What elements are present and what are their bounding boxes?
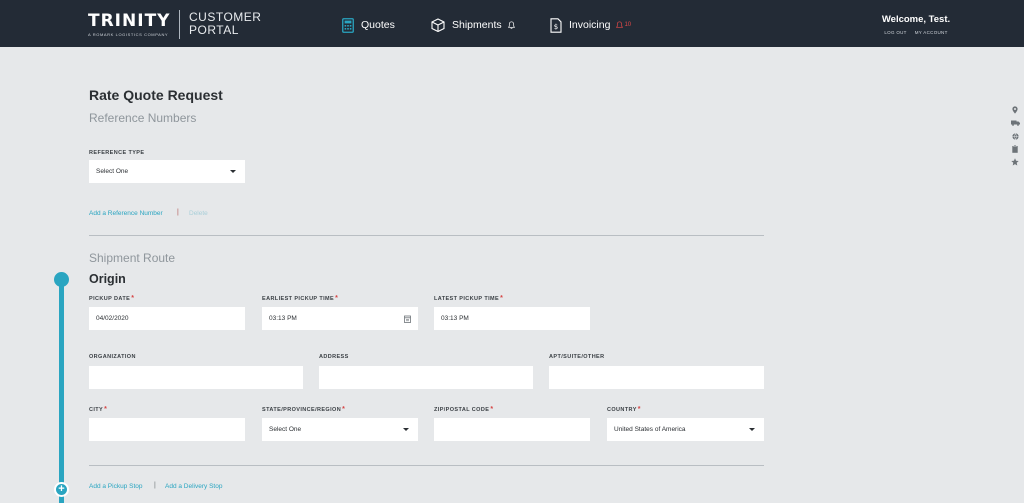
shipment-route-heading: Shipment Route	[89, 251, 176, 265]
section-divider	[89, 465, 764, 466]
truck-icon[interactable]	[1010, 119, 1020, 127]
invoice-alert-badge[interactable]: 10	[616, 21, 631, 29]
earliest-pickup-time-input[interactable]: 03:13 PM	[262, 307, 418, 330]
reference-type-label: REFERENCE TYPE	[89, 150, 145, 156]
origin-heading: Origin	[89, 272, 126, 286]
nav-quotes[interactable]: Quotes	[342, 14, 395, 36]
earliest-pickup-time-value: 03:13 PM	[269, 315, 297, 322]
globe-icon[interactable]	[1010, 132, 1020, 140]
apt-suite-label: APT/SUITE/OTHER	[549, 354, 605, 360]
country-value: United States of America	[614, 426, 686, 433]
link-separator: |	[177, 209, 179, 216]
location-pin-icon[interactable]	[1010, 106, 1020, 114]
nav-invoicing[interactable]: $ Invoicing 10	[550, 14, 631, 36]
organization-input[interactable]	[89, 366, 303, 389]
city-label: CITY*	[89, 406, 108, 413]
link-separator: |	[154, 482, 156, 489]
logout-link[interactable]: LOG OUT	[884, 30, 906, 35]
calculator-icon	[342, 17, 354, 33]
chevron-down-icon	[403, 428, 409, 431]
invoice-badge-count: 10	[624, 22, 632, 28]
chevron-down-icon	[749, 428, 755, 431]
trinity-logo[interactable]: TRINITY A ROMARK LOGISTICS COMPANY	[88, 11, 171, 38]
nav-shipments-label: Shipments	[452, 19, 502, 31]
latest-pickup-time-label: LATEST PICKUP TIME*	[434, 295, 504, 302]
top-navigation-bar: TRINITY A ROMARK LOGISTICS COMPANY CUSTO…	[0, 0, 1024, 47]
portal-title-line2: PORTAL	[189, 23, 239, 37]
earliest-pickup-time-label: EARLIEST PICKUP TIME*	[262, 295, 339, 302]
nav-shipments[interactable]: Shipments	[431, 14, 522, 36]
state-province-select[interactable]: Select One	[262, 418, 418, 441]
box-icon	[431, 18, 445, 32]
address-label: ADDRESS	[319, 354, 349, 360]
route-progress-rail	[59, 284, 64, 503]
delete-reference-link[interactable]: Delete	[189, 210, 208, 217]
country-select[interactable]: United States of America	[607, 418, 764, 441]
bell-icon[interactable]	[507, 21, 522, 29]
bell-icon	[616, 21, 624, 28]
add-stop-icon[interactable]: +	[54, 482, 69, 497]
latest-pickup-time-input[interactable]: 03:13 PM	[434, 307, 590, 330]
city-input[interactable]	[89, 418, 245, 441]
state-province-label: STATE/PROVINCE/REGION*	[262, 406, 346, 413]
latest-pickup-time-value: 03:13 PM	[441, 315, 469, 322]
calendar-icon[interactable]	[404, 315, 411, 323]
section-divider	[89, 235, 764, 236]
zip-postal-code-input[interactable]	[434, 418, 590, 441]
country-label: COUNTRY*	[607, 406, 641, 413]
zip-postal-code-label: ZIP/POSTAL CODE*	[434, 406, 494, 413]
add-delivery-stop-link[interactable]: Add a Delivery Stop	[165, 483, 222, 490]
chevron-down-icon	[230, 170, 236, 173]
clipboard-icon[interactable]	[1010, 145, 1020, 153]
address-input[interactable]	[319, 366, 533, 389]
portal-title: CUSTOMER PORTAL	[189, 11, 269, 37]
nav-invoicing-label: Invoicing	[569, 19, 611, 31]
star-icon[interactable]	[1010, 158, 1020, 166]
apt-suite-input[interactable]	[549, 366, 764, 389]
logo-tagline: A ROMARK LOGISTICS COMPANY	[88, 32, 169, 37]
account-links: LOG OUT MY ACCOUNT	[871, 30, 961, 35]
reference-type-value: Select One	[96, 168, 129, 175]
organization-label: ORGANIZATION	[89, 354, 136, 360]
add-reference-number-link[interactable]: Add a Reference Number	[89, 210, 163, 217]
reference-numbers-heading: Reference Numbers	[89, 111, 197, 125]
state-province-value: Select One	[269, 426, 302, 433]
my-account-link[interactable]: MY ACCOUNT	[915, 30, 948, 35]
nav-quotes-label: Quotes	[361, 19, 395, 31]
welcome-message: Welcome, Test.	[881, 14, 951, 25]
add-pickup-stop-link[interactable]: Add a Pickup Stop	[89, 483, 142, 490]
page-title: Rate Quote Request	[89, 87, 223, 103]
pickup-date-input[interactable]: 04/02/2020	[89, 307, 245, 330]
origin-step-dot	[54, 272, 69, 287]
header-divider	[179, 10, 180, 39]
document-icon: $	[550, 17, 562, 33]
logo-wordmark: TRINITY	[88, 11, 171, 31]
reference-type-select[interactable]: Select One	[89, 160, 245, 183]
pickup-date-label: PICKUP DATE*	[89, 295, 135, 302]
pickup-date-value: 04/02/2020	[96, 315, 129, 322]
svg-text:$: $	[554, 23, 558, 31]
